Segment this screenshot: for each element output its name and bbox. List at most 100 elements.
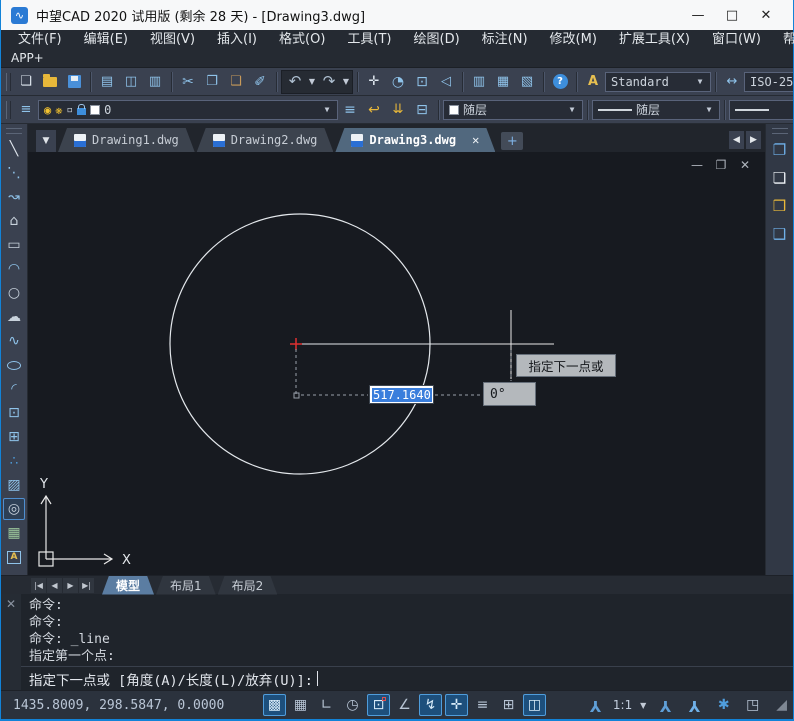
menu-item-10[interactable]: 窗口(W) (701, 30, 772, 50)
draw-tool-circle[interactable]: ○ (3, 282, 25, 304)
draw-tool-ellipse[interactable] (3, 354, 25, 376)
status-lineweight-display-toggle[interactable]: ≡ (471, 694, 494, 716)
drawing-canvas[interactable]: — ❐ ✕ (28, 152, 765, 575)
zoom-previous-button[interactable]: ◁ (434, 71, 458, 93)
menu-item-11[interactable]: 帮助(H) (772, 30, 794, 50)
layer-lock-button[interactable]: ⊟ (410, 99, 434, 121)
tab-list-dropdown[interactable]: ▼ (36, 130, 56, 152)
doc-minimize-button[interactable]: — (689, 158, 705, 172)
status-angle-snap-toggle[interactable]: ∠ (393, 694, 416, 716)
draw-tool-ellipse-arc[interactable]: ◜ (3, 378, 25, 400)
toolbar-grip[interactable] (772, 128, 788, 134)
maximize-button[interactable]: □ (715, 8, 749, 23)
document-tab-1[interactable]: Drawing1.dwg (58, 128, 195, 152)
toolbar-grip[interactable] (6, 128, 22, 134)
redo-button[interactable]: ↷ (317, 71, 341, 93)
copy-button[interactable]: ❐ (200, 71, 224, 93)
draw-tool-rectangle[interactable]: ▭ (3, 234, 25, 256)
toolbar-grip[interactable] (6, 73, 11, 91)
open-file-button[interactable] (38, 71, 62, 93)
draw-tool-make-block[interactable]: ⊞ (3, 426, 25, 448)
paste-clip-button[interactable]: ❒ (768, 194, 792, 218)
resize-grip-icon[interactable]: ◢ (776, 697, 787, 713)
draw-tool-mtext[interactable]: A (3, 546, 25, 568)
layer-manager-button[interactable]: ≡ (14, 99, 38, 121)
paste-block-button[interactable]: ❑ (768, 222, 792, 246)
copy-clip-button[interactable]: ❐ (768, 138, 792, 162)
dim-style-button[interactable]: ↔ (720, 71, 744, 93)
layer-freeze-icon[interactable]: ❋ (55, 104, 62, 116)
doc-close-button[interactable]: ✕ (737, 158, 753, 172)
menu-item-7[interactable]: 标注(N) (471, 30, 539, 50)
status-polar-tracking-toggle[interactable]: ◷ (341, 694, 364, 716)
layer-isolate-button[interactable]: ⇊ (386, 99, 410, 121)
paste-button[interactable]: ❑ (224, 71, 248, 93)
help-button[interactable]: ? (548, 71, 572, 93)
tool-palettes-button[interactable]: ▧ (515, 71, 539, 93)
layer-previous-button[interactable]: ↩ (362, 99, 386, 121)
layout-nav-last-button[interactable]: ▶| (79, 578, 94, 593)
status-snap-toggle[interactable]: ▩ (263, 694, 286, 716)
match-properties-button[interactable]: ✐ (248, 71, 272, 93)
status-object-snap-toggle[interactable]: ⊡ (367, 694, 390, 716)
document-tab-2[interactable]: Drawing2.dwg (197, 128, 334, 152)
tab-scroll-right-button[interactable]: ▶ (746, 131, 761, 149)
doc-restore-button[interactable]: ❐ (713, 158, 729, 172)
menu-item-0[interactable]: 文件(F) (7, 30, 73, 50)
layer-unlock-icon[interactable] (77, 108, 86, 115)
layer-on-bulb-icon[interactable]: ◉ (44, 104, 51, 116)
menu-item-9[interactable]: 扩展工具(X) (608, 30, 701, 50)
draw-tool-table[interactable]: ▦ (3, 522, 25, 544)
annotation-scale-button[interactable]: Y (584, 694, 607, 716)
close-button[interactable]: ✕ (749, 8, 783, 23)
layout-nav-prev-button[interactable]: ◀ (47, 578, 62, 593)
undo-dropdown[interactable]: ▼ (307, 77, 317, 86)
status-selection-cycling-toggle[interactable]: ⊞ (497, 694, 520, 716)
redo-dropdown[interactable]: ▼ (341, 77, 351, 86)
copy-base-point-button[interactable]: ❏ (768, 166, 792, 190)
publish-button[interactable]: ▥ (143, 71, 167, 93)
zoom-window-button[interactable]: ⊡ (410, 71, 434, 93)
dynamic-input-length-field[interactable]: 517.1640 (369, 385, 434, 404)
design-center-button[interactable]: ▦ (491, 71, 515, 93)
undo-button[interactable]: ↶ (283, 71, 307, 93)
draw-tool-point[interactable]: ∴ (3, 450, 25, 472)
draw-tool-spline[interactable]: ∿ (3, 330, 25, 352)
draw-tool-polyline[interactable]: ↝ (3, 186, 25, 208)
chevron-down-icon[interactable]: ▼ (638, 701, 648, 710)
pan-button[interactable]: ✛ (362, 71, 386, 93)
status-dynamic-input-toggle[interactable]: ✛ (445, 694, 468, 716)
menu-item-6[interactable]: 绘图(D) (403, 30, 471, 50)
draw-tool-polygon[interactable]: ⌂ (3, 210, 25, 232)
properties-palette-button[interactable]: ▥ (467, 71, 491, 93)
menu-item-app-plus[interactable]: APP+ (11, 51, 44, 65)
save-file-button[interactable] (62, 71, 86, 93)
zoom-realtime-button[interactable]: ◔ (386, 71, 410, 93)
layer-select[interactable]: ◉ ❋ ▫ 0 ▼ (38, 100, 338, 120)
linetype-control-select[interactable]: 随层 ▼ (592, 100, 720, 120)
layer-new-vp-icon[interactable]: ▫ (66, 104, 73, 115)
document-tab-3[interactable]: Drawing3.dwg✕ (335, 128, 495, 152)
annotation-visibility-button[interactable]: Y (654, 694, 677, 716)
menu-item-3[interactable]: 插入(I) (206, 30, 268, 50)
status-object-snap-tracking-toggle[interactable]: ↯ (419, 694, 442, 716)
text-style-button[interactable]: A (581, 71, 605, 93)
minimize-button[interactable]: — (681, 8, 715, 23)
command-prompt-input[interactable]: 指定下一点或 [角度(A)/长度(L)/放弃(U)]: (21, 666, 793, 690)
draw-tool-line[interactable]: ╲ (3, 138, 25, 160)
menu-item-4[interactable]: 格式(O) (268, 30, 336, 50)
status-ortho-toggle[interactable]: ∟ (315, 694, 338, 716)
draw-tool-construction-line[interactable]: ⋱ (3, 162, 25, 184)
tab-scroll-left-button[interactable]: ◀ (729, 131, 744, 149)
menu-item-8[interactable]: 修改(M) (539, 30, 608, 50)
draw-tool-hatch[interactable]: ▨ (3, 474, 25, 496)
close-tab-icon[interactable]: ✕ (472, 133, 479, 147)
color-control-select[interactable]: 随层 ▼ (443, 100, 583, 120)
settings-button[interactable]: ✱ (712, 694, 735, 716)
dim-style-select[interactable]: ISO-25 (744, 72, 793, 92)
draw-tool-revision-cloud[interactable]: ☁ (3, 306, 25, 328)
print-preview-button[interactable]: ◫ (119, 71, 143, 93)
layer-states-button[interactable]: ≡ (338, 99, 362, 121)
layout-tab-布局1[interactable]: 布局1 (156, 576, 216, 595)
auto-annotation-button[interactable]: Y (683, 694, 706, 716)
